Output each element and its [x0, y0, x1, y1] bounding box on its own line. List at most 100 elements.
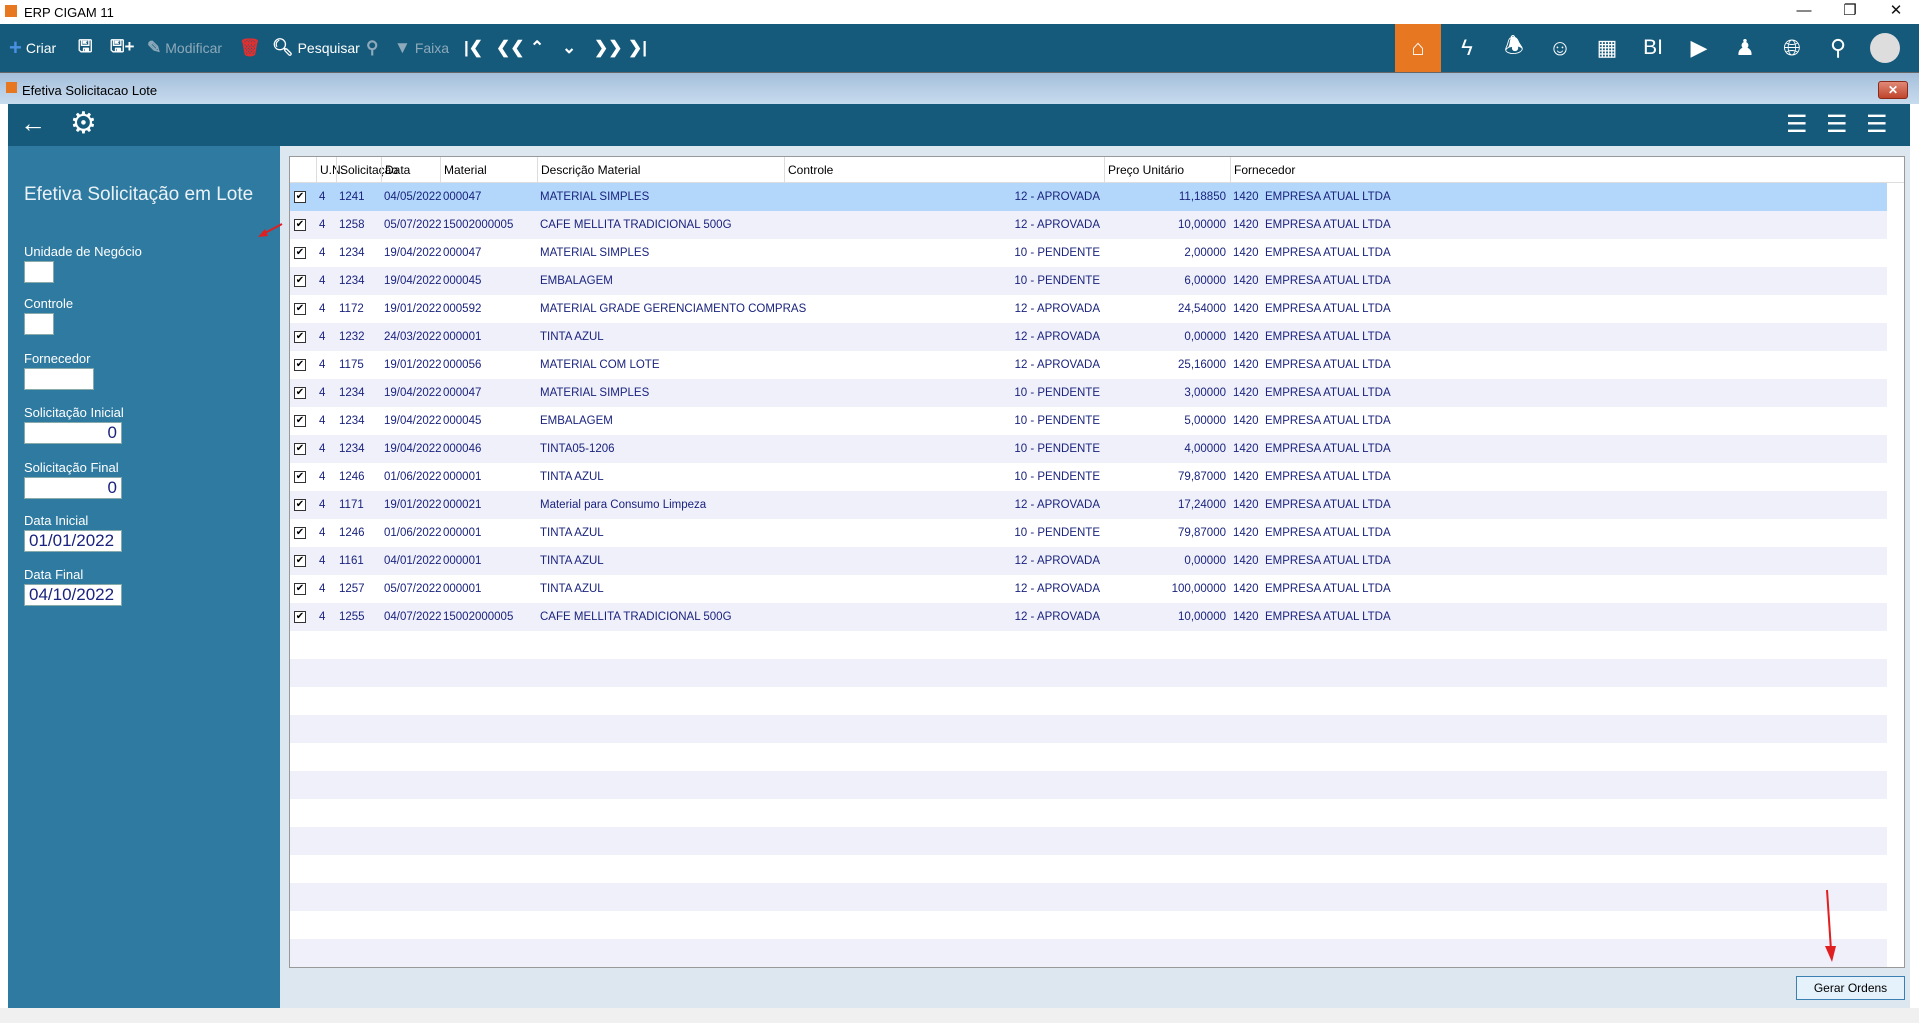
row-checkbox[interactable]: ✔ — [294, 443, 306, 455]
column-header[interactable]: Controle — [784, 157, 1104, 183]
cigam-home-button[interactable]: ⌂ — [1395, 24, 1441, 72]
web-button[interactable]: 🌐︎ — [1769, 24, 1815, 72]
save-icon: 🖫 — [78, 36, 93, 56]
table-row[interactable]: ✔ 4 1175 19/01/2022 000056 MATERIAL COM LOTE 1… — [290, 351, 1887, 379]
unidade-input[interactable] — [24, 261, 54, 283]
row-checkbox[interactable]: ✔ — [294, 611, 306, 623]
settings-button[interactable]: ⚙ — [70, 106, 97, 141]
table-row[interactable]: ✔ 4 1234 19/04/2022 000045 EMBALAGEM 10 - PEND… — [290, 267, 1887, 295]
descricao-cell: TINTA05-1206 — [540, 443, 615, 455]
table-row[interactable]: ✔ 4 1171 19/01/2022 000021 Material para Cons… — [290, 491, 1887, 519]
column-header[interactable]: Preço Unitário — [1104, 157, 1230, 183]
column-header[interactable]: Material — [440, 157, 537, 183]
pesquisar-button[interactable]: 🔍︎ Pesquisar — [272, 24, 360, 72]
row-checkbox[interactable]: ✔ — [294, 303, 306, 315]
row-checkbox[interactable]: ✔ — [294, 555, 306, 567]
next-button[interactable]: ⌄ — [562, 24, 576, 72]
criar-button[interactable]: + Criar — [9, 24, 56, 72]
controle-input[interactable] — [24, 313, 54, 335]
data-final-input[interactable]: 04/10/2022 — [24, 584, 122, 606]
gerar-ordens-button[interactable]: Gerar Ordens — [1796, 976, 1905, 1000]
solicitacao-final-input[interactable]: 0 — [24, 477, 122, 499]
table-row[interactable]: ✔ 4 1172 19/01/2022 000592 MATERIAL GRADE GER… — [290, 295, 1887, 323]
column-header[interactable]: U.N. — [316, 157, 344, 183]
row-checkbox[interactable]: ✔ — [294, 415, 306, 427]
bi-button[interactable]: BI — [1630, 24, 1676, 72]
delete-button[interactable]: 🗑 — [239, 24, 261, 72]
table-row[interactable]: ✔ 4 1257 05/07/2022 000001 TINTA AZUL 12 - APR… — [290, 575, 1887, 603]
solicitacao-inicial-input[interactable]: 0 — [24, 422, 122, 444]
modificar-button[interactable]: ✎ Modificar — [147, 24, 222, 72]
support-button[interactable]: ☺ — [1537, 24, 1583, 72]
row-checkbox[interactable]: ✔ — [294, 247, 306, 259]
back-button[interactable]: ← — [20, 108, 46, 139]
solicitacao-final-label: Solicitação Final — [24, 460, 119, 475]
minimize-button[interactable]: — — [1781, 0, 1827, 24]
last-record-button[interactable]: ❯| — [628, 24, 647, 72]
column-header[interactable]: Descrição Material — [537, 157, 784, 183]
table-row[interactable]: ✔ 4 1241 04/05/2022 000047 MATERIAL SIMPLES 12… — [290, 183, 1887, 211]
table-row[interactable]: ✔ 4 1246 01/06/2022 000001 TINTA AZUL 10 - PEN… — [290, 463, 1887, 491]
column-header[interactable]: Solicitação — [336, 157, 398, 183]
un-cell: 4 — [319, 191, 326, 203]
material-cell: 000001 — [443, 471, 482, 483]
preco-cell: 0,00000 — [1184, 555, 1226, 567]
row-checkbox[interactable]: ✔ — [294, 527, 306, 539]
empty-row — [290, 771, 1887, 799]
save-button[interactable]: 🖫 — [78, 24, 92, 72]
row-checkbox[interactable]: ✔ — [294, 331, 306, 343]
user-chat-button[interactable]: ♟ — [1722, 24, 1768, 72]
row-checkbox[interactable]: ✔ — [294, 219, 306, 231]
descricao-cell: TINTA AZUL — [540, 471, 604, 483]
video-chat-button[interactable]: ▶ — [1676, 24, 1722, 72]
table-row[interactable]: ✔ 4 1255 04/07/2022 15002000005 CAFE MELLITA … — [290, 603, 1887, 631]
row-checkbox[interactable]: ✔ — [294, 359, 306, 371]
first-record-button[interactable]: |❮ — [464, 24, 483, 72]
column-header[interactable]: Fornecedor — [1230, 157, 1630, 183]
solicitacao-cell: 1246 — [339, 471, 365, 483]
fornecedor-cell: 1420 EMPRESA ATUAL LTDA — [1233, 499, 1391, 511]
row-checkbox[interactable]: ✔ — [294, 471, 306, 483]
list-button[interactable]: ☰ — [1826, 110, 1848, 139]
previous-button[interactable]: ⌃ — [530, 24, 544, 72]
column-header[interactable]: Data — [381, 157, 440, 183]
pencil-icon: ✎ — [147, 38, 162, 57]
apps-button[interactable]: ▦ — [1584, 24, 1630, 72]
table-row[interactable]: ✔ 4 1246 01/06/2022 000001 TINTA AZUL 10 - PEN… — [290, 519, 1887, 547]
row-checkbox[interactable]: ✔ — [294, 191, 306, 203]
save-new-button[interactable]: 🖫+ — [110, 24, 134, 72]
table-row[interactable]: ✔ 4 1234 19/04/2022 000047 MATERIAL SIMPLES 10… — [290, 379, 1887, 407]
pin-button[interactable]: ⚲ — [366, 24, 378, 72]
lightning-button[interactable]: ϟ — [1444, 24, 1490, 72]
next-page-button[interactable]: ❯❯ — [594, 24, 623, 72]
fornecedor-input[interactable] — [24, 368, 94, 390]
main-toolbar: + Criar 🖫 🖫+ ✎ Modificar 🗑 🔍︎ Pesquisar ⚲ ▼… — [0, 24, 1919, 72]
table-row[interactable]: ✔ 4 1161 04/01/2022 000001 TINTA AZUL 12 - APR… — [290, 547, 1887, 575]
close-button[interactable]: ✕ — [1873, 0, 1919, 24]
table-row[interactable]: ✔ 4 1234 19/04/2022 000047 MATERIAL SIMPLES 10… — [290, 239, 1887, 267]
table-row[interactable]: ✔ 4 1234 19/04/2022 000045 EMBALAGEM 10 - PEND… — [290, 407, 1887, 435]
table-row[interactable]: ✔ 4 1234 19/04/2022 000046 TINTA05-1206 10 - P… — [290, 435, 1887, 463]
arrow-left-icon: ← — [20, 108, 46, 138]
avatar[interactable] — [1862, 24, 1908, 72]
previous-page-button[interactable]: ❮❮ — [496, 24, 525, 72]
window-close-button[interactable]: ✕ — [1878, 81, 1908, 99]
refresh-checklist-button[interactable]: ☰ — [1866, 110, 1888, 139]
row-checkbox[interactable]: ✔ — [294, 499, 306, 511]
table-row[interactable]: ✔ 4 1232 24/03/2022 000001 TINTA AZUL 12 - APR… — [290, 323, 1887, 351]
data-inicial-input[interactable]: 01/01/2022 — [24, 530, 122, 552]
first-icon: |❮ — [464, 38, 484, 57]
pesquisar-label: Pesquisar — [297, 40, 360, 56]
faixa-button[interactable]: ▼ Faixa — [394, 24, 449, 72]
row-checkbox[interactable]: ✔ — [294, 387, 306, 399]
global-search-button[interactable]: ⚲ — [1815, 24, 1861, 72]
restore-button[interactable]: ❐ — [1827, 0, 1873, 24]
checklist-button[interactable]: ☰ — [1786, 110, 1808, 139]
row-checkbox[interactable]: ✔ — [294, 275, 306, 287]
un-cell: 4 — [319, 471, 326, 483]
notifications-button[interactable]: 🕭︎ — [1491, 24, 1537, 72]
table-row[interactable]: ✔ 4 1258 05/07/2022 15002000005 CAFE MELLITA … — [290, 211, 1887, 239]
solicitacao-cell: 1171 — [339, 499, 364, 511]
row-checkbox[interactable]: ✔ — [294, 583, 306, 595]
empty-row — [290, 883, 1887, 911]
